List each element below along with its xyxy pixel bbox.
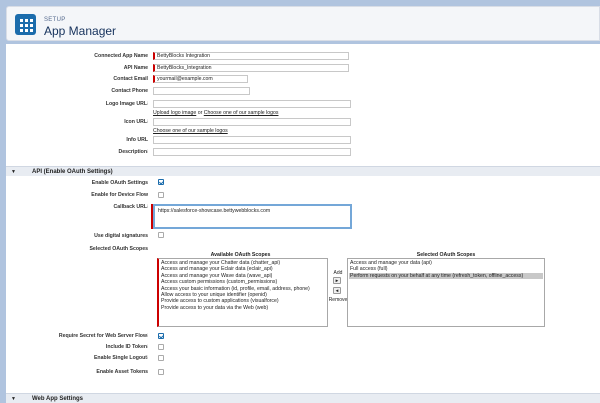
info-icon: i	[147, 149, 148, 154]
enable-single-logout-label: Enable Single Logouti	[93, 355, 148, 361]
selected-scopes-label: Selected OAuth Scopes	[89, 246, 148, 252]
info-icon: i	[147, 344, 148, 349]
choose-icon-link[interactable]: Choose one of our sample logos	[153, 128, 228, 134]
info-icon: i	[147, 101, 148, 106]
selected-scopes-list[interactable]: Access and manage your data (api) Full a…	[347, 258, 545, 327]
grid-icon	[15, 14, 36, 35]
include-id-token-label: Include ID Tokeni	[105, 344, 148, 350]
enable-single-logout-checkbox[interactable]	[158, 355, 164, 361]
enable-asset-tokens-checkbox[interactable]	[158, 369, 164, 375]
icon-url-label: Icon URLi	[124, 119, 148, 125]
list-item[interactable]: Access your basic information (id, profi…	[160, 286, 326, 292]
connected-app-form: Connected App Name BettyBlocks Integrati…	[6, 44, 600, 403]
oauth-section-header[interactable]: ▼ API (Enable OAuth Settings)	[6, 166, 600, 176]
contact-phone-input[interactable]	[153, 87, 250, 95]
include-id-token-checkbox[interactable]	[158, 344, 164, 350]
description-label: Descriptioni	[118, 149, 148, 155]
logo-links: Upload logo image or Choose one of our s…	[153, 110, 279, 116]
digital-signatures-checkbox[interactable]	[158, 232, 164, 238]
upload-logo-link[interactable]: Upload logo image	[153, 110, 196, 116]
webapp-section-title: Web App Settings	[32, 396, 83, 402]
icon-links: Choose one of our sample logos	[153, 128, 228, 134]
contact-email-input[interactable]: yourmail@example.com	[153, 75, 248, 83]
enable-device-flow-label: Enable for Device Flow	[91, 192, 148, 198]
remove-arrow-button[interactable]: ◄	[333, 287, 341, 294]
icon-url-input[interactable]	[153, 118, 351, 126]
callback-url-textarea[interactable]: https://salesforce-showcase.bettywebbloc…	[151, 204, 352, 229]
require-secret-label: Require Secret for Web Server Flowi	[58, 333, 148, 339]
contact-email-label: Contact Email	[113, 76, 148, 82]
logo-url-label: Logo Image URLi	[105, 101, 148, 107]
info-icon: i	[147, 333, 148, 338]
api-name-label: API Name	[123, 65, 148, 71]
setup-label: SETUP	[44, 17, 66, 23]
info-url-input[interactable]	[153, 136, 351, 144]
callback-url-label: Callback URLi	[113, 204, 148, 210]
webapp-section-header[interactable]: ▼ Web App Settings	[6, 393, 600, 403]
connected-app-name-label: Connected App Name	[94, 53, 148, 59]
contact-phone-label: Contact Phone	[111, 88, 148, 94]
choose-logo-link[interactable]: Choose one of our sample logos	[204, 110, 279, 116]
oauth-section-title: API (Enable OAuth Settings)	[32, 169, 113, 175]
logo-url-input[interactable]	[153, 100, 351, 108]
page-header: SETUP App Manager	[6, 6, 600, 41]
triangle-down-icon[interactable]: ▼	[11, 396, 16, 402]
enable-asset-tokens-label: Enable Asset Tokens	[96, 369, 148, 375]
list-item[interactable]: Provide access to your data via the Web …	[160, 305, 326, 311]
enable-device-flow-checkbox[interactable]	[158, 192, 164, 198]
list-item-selected[interactable]: Perform requests on your behalf at any t…	[349, 272, 543, 280]
api-name-input[interactable]: BettyBlocks_Integration	[153, 64, 349, 72]
info-url-label: Info URL	[126, 137, 148, 143]
enable-oauth-checkbox[interactable]	[158, 179, 164, 185]
info-icon: i	[147, 204, 148, 209]
connected-app-name-input[interactable]: BettyBlocks Integration	[153, 52, 349, 60]
add-arrow-button[interactable]: ►	[333, 277, 341, 284]
triangle-down-icon[interactable]: ▼	[11, 169, 16, 175]
description-input[interactable]	[153, 148, 351, 156]
info-icon: i	[147, 119, 148, 124]
add-label: Add	[333, 270, 343, 276]
info-icon: i	[147, 355, 148, 360]
require-secret-checkbox[interactable]	[158, 333, 164, 339]
enable-oauth-label: Enable OAuth Settings	[91, 180, 148, 186]
page-title: App Manager	[44, 24, 117, 38]
available-scopes-list[interactable]: Access and manage your Chatter data (cha…	[157, 258, 328, 327]
digital-signatures-label: Use digital signatures	[94, 233, 148, 239]
